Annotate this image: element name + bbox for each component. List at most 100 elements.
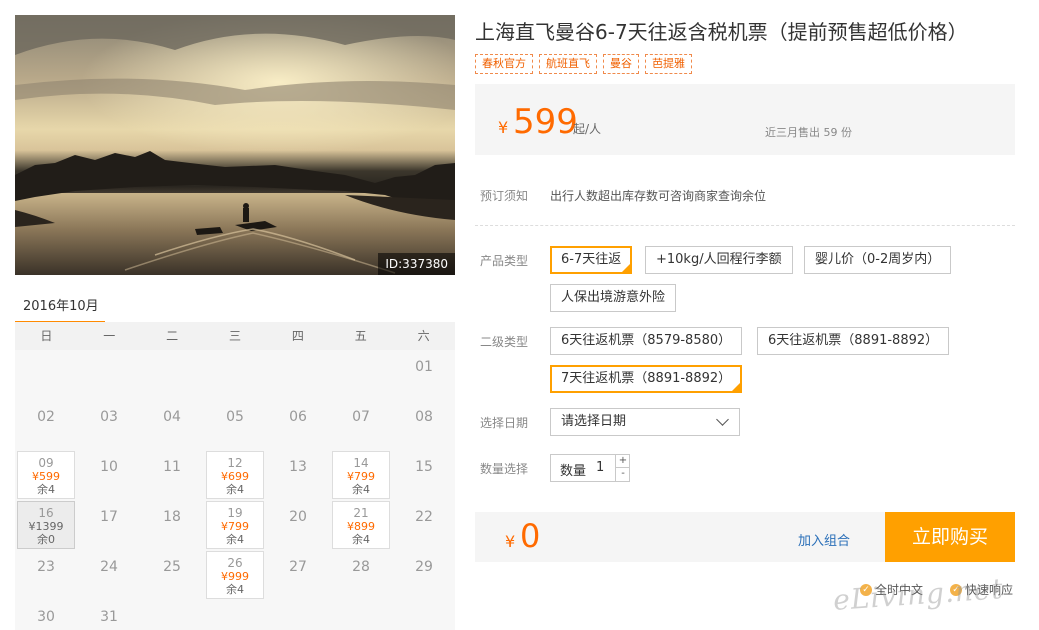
calendar-day: 25: [143, 551, 201, 599]
watermark-logo: eLiving.net: [832, 572, 1005, 617]
calendar-day: 31: [80, 601, 138, 630]
calendar-weekday-header: 日 一 二 三 四 五 六: [15, 322, 455, 350]
currency-symbol: ¥: [505, 532, 516, 551]
product-type-option[interactable]: 6-7天往返: [550, 246, 633, 274]
day-number: 05: [226, 409, 244, 425]
notice-label: 预订须知: [480, 189, 529, 203]
weekday-label: 日: [40, 329, 53, 343]
calendar-day: 10: [80, 451, 138, 499]
day-number: 10: [100, 459, 118, 475]
increment-button[interactable]: +: [615, 455, 630, 468]
quantity-field-label: 数量: [560, 464, 587, 479]
day-number: 22: [415, 509, 433, 525]
calendar-day-available[interactable]: 21 ¥899 余4: [332, 501, 390, 549]
date-select-value: 请选择日期: [561, 414, 627, 429]
day-price: ¥1399: [28, 520, 64, 533]
product-type-option[interactable]: 人保出境游意外险: [550, 284, 677, 312]
weekday-label: 六: [417, 329, 430, 343]
purchase-bar: ¥ 0 加入组合 立即购买: [475, 512, 1015, 562]
decrement-button[interactable]: -: [615, 468, 630, 481]
calendar-day: 28: [332, 551, 390, 599]
product-type-option[interactable]: 婴儿价（0-2周岁内）: [804, 246, 952, 274]
day-price: ¥699: [221, 470, 249, 483]
quantity-label: 数量选择: [480, 462, 529, 476]
sub-type-option[interactable]: 6天往返机票（8579-8580）: [550, 327, 743, 355]
notice-text: 出行人数超出库存数可咨询商家查询余位: [550, 189, 767, 203]
calendar-day: 15: [395, 451, 453, 499]
day-stock: 余4: [226, 483, 244, 496]
calendar-month-tab[interactable]: 2016年10月: [15, 288, 105, 324]
day-number: 11: [163, 459, 181, 475]
calendar-day: 13: [269, 451, 327, 499]
page: ID:337380 2016年10月 日 一 二 三 四 五 六 01 02 03 0…: [0, 0, 1039, 630]
calendar-day: 06: [269, 401, 327, 449]
price-amount: 599: [513, 102, 578, 142]
weekday-label: 一: [103, 329, 116, 343]
day-number: 24: [100, 559, 118, 575]
day-number: 14: [353, 456, 369, 470]
calendar-day: 20: [269, 501, 327, 549]
calendar-day: 27: [269, 551, 327, 599]
day-number: 15: [415, 459, 433, 475]
day-price: ¥799: [221, 520, 249, 533]
calendar-day: 23: [17, 551, 75, 599]
sub-type-option[interactable]: 7天往返机票（8891-8892）: [550, 365, 743, 393]
calendar-day: 08: [395, 401, 453, 449]
sunset-river-image: [15, 15, 455, 275]
product-title: 上海直飞曼谷6-7天往返含税机票（提前预售超低价格）: [475, 20, 968, 44]
day-number: 17: [100, 509, 118, 525]
calendar-day-available[interactable]: 12 ¥699 余4: [206, 451, 264, 499]
day-number: 13: [289, 459, 307, 475]
day-number: 19: [227, 506, 243, 520]
calendar-day-available[interactable]: 19 ¥799 余4: [206, 501, 264, 549]
total-price: 0: [520, 517, 541, 555]
day-stock: 余4: [226, 533, 244, 546]
calendar-day: 02: [17, 401, 75, 449]
calendar-day: 05: [206, 401, 264, 449]
day-price: ¥799: [347, 470, 375, 483]
day-number: 27: [289, 559, 307, 575]
day-number: 30: [37, 609, 55, 625]
price-unit: 起/人: [573, 122, 602, 136]
day-number: 06: [289, 409, 307, 425]
day-price: ¥999: [221, 570, 249, 583]
day-stock: 余4: [226, 583, 244, 596]
calendar-day: 11: [143, 451, 201, 499]
quantity-input[interactable]: 1: [596, 460, 604, 475]
calendar-day: 01: [395, 351, 453, 399]
sub-type-option[interactable]: 6天往返机票（8891-8892）: [757, 327, 950, 355]
calendar-day: 03: [80, 401, 138, 449]
calendar-day-available[interactable]: 14 ¥799 余4: [332, 451, 390, 499]
calendar-day-available[interactable]: 16 ¥1399 余0: [17, 501, 75, 549]
calendar-day-available[interactable]: 26 ¥999 余4: [206, 551, 264, 599]
tag: 芭提雅: [645, 54, 692, 74]
divider: [475, 225, 1015, 226]
day-number: 26: [227, 556, 243, 570]
buy-now-button[interactable]: 立即购买: [885, 512, 1015, 562]
day-stock: 余4: [352, 533, 370, 546]
calendar-day-available[interactable]: 09 ¥599 余4: [17, 451, 75, 499]
tag: 航班直飞: [539, 54, 597, 74]
price-panel: ¥ 599 起/人 近三月售出 59 份: [475, 84, 1015, 155]
day-number: 01: [415, 359, 433, 375]
date-select[interactable]: 请选择日期: [550, 408, 740, 436]
day-number: 16: [38, 506, 54, 520]
calendar-day: 24: [80, 551, 138, 599]
day-stock: 余0: [37, 533, 55, 546]
calendar-day: 07: [332, 401, 390, 449]
day-number: 09: [38, 456, 54, 470]
chevron-down-icon: [716, 413, 729, 426]
day-number: 03: [100, 409, 118, 425]
add-combo-link[interactable]: 加入组合: [798, 530, 850, 549]
weekday-label: 四: [291, 329, 304, 343]
calendar-day: 04: [143, 401, 201, 449]
day-number: 21: [353, 506, 369, 520]
tag: 春秋官方: [475, 54, 533, 74]
calendar-day: 18: [143, 501, 201, 549]
calendar-day: 17: [80, 501, 138, 549]
calendar-day: 30: [17, 601, 75, 630]
quantity-stepper: 数量 1 + -: [550, 454, 630, 482]
sales-count: 近三月售出 59 份: [765, 126, 852, 139]
day-number: 28: [352, 559, 370, 575]
product-type-option[interactable]: +10kg/人回程行李额: [645, 246, 793, 274]
